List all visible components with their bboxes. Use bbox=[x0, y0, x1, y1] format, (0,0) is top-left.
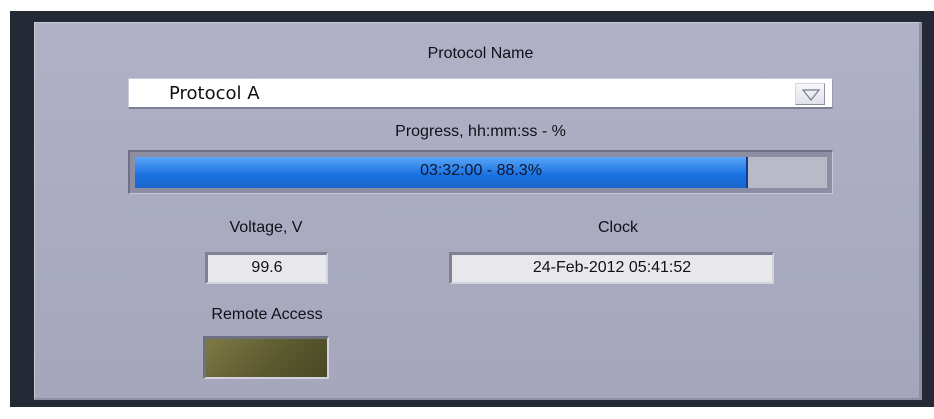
protocol-select[interactable]: Protocol A bbox=[128, 78, 833, 109]
voltage-indicator: 99.6 bbox=[205, 252, 328, 284]
progress-bar: 03:32:00 - 88.3% bbox=[128, 150, 833, 194]
protocol-select-value: Protocol A bbox=[169, 83, 260, 104]
progress-text: 03:32:00 - 88.3% bbox=[420, 162, 542, 179]
clock-label: Clock bbox=[597, 219, 638, 236]
remote-access-led[interactable] bbox=[203, 336, 329, 379]
progress-track: 03:32:00 - 88.3% bbox=[135, 157, 827, 188]
remote-access-label: Remote Access bbox=[211, 306, 323, 323]
clock-indicator: 24-Feb-2012 05:41:52 bbox=[449, 252, 774, 284]
progress-label: Progress, hh:mm:ss - % bbox=[395, 123, 566, 140]
voltage-label: Voltage, V bbox=[229, 219, 303, 236]
protocol-name-label: Protocol Name bbox=[427, 45, 534, 62]
triangle-down-icon[interactable] bbox=[795, 83, 825, 105]
